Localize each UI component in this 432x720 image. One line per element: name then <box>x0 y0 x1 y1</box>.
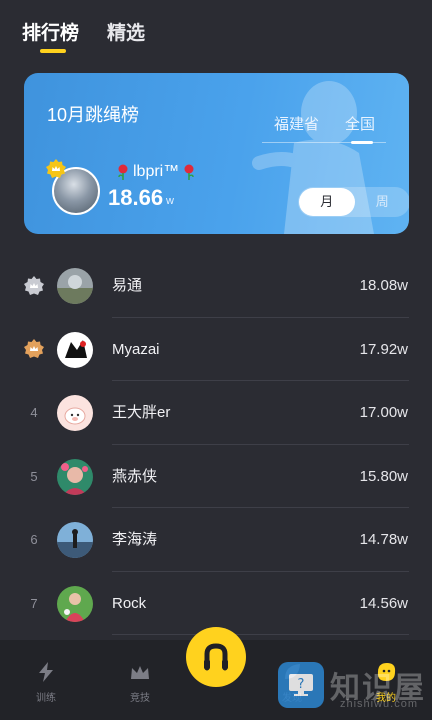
user-score: 18.08w <box>359 277 408 294</box>
period-toggle: 月 周 <box>298 187 409 217</box>
avatar[interactable] <box>57 522 93 558</box>
region-tab-national[interactable]: 全国 <box>345 113 375 144</box>
leaderboard-title: 10月跳绳榜 <box>47 105 140 125</box>
rose-icon <box>184 164 194 180</box>
list-item[interactable]: Myazai 17.92w <box>0 318 432 382</box>
start-jump-rope-button[interactable] <box>186 627 246 687</box>
monitor-question-icon: ? <box>278 662 324 708</box>
jump-rope-icon <box>204 643 228 671</box>
avatar[interactable] <box>57 458 93 495</box>
champion-avatar-wrap[interactable] <box>46 159 100 215</box>
user-score: 17.00w <box>359 404 408 421</box>
user-score: 15.80w <box>359 467 408 485</box>
tab-ranking[interactable]: 排行榜 <box>22 18 79 55</box>
user-name: 李海涛 <box>112 531 158 548</box>
nav-label: 竞技 <box>130 693 150 704</box>
rank-marker <box>24 254 44 318</box>
crown-icon <box>131 666 149 679</box>
period-month-button[interactable]: 月 <box>299 188 355 216</box>
svg-text:?: ? <box>298 677 305 692</box>
user-name: 易通 <box>112 277 143 294</box>
user-name: 王大胖er <box>112 404 171 421</box>
period-week-button[interactable]: 周 <box>355 187 410 217</box>
top-tab-bar: 排行榜 精选 <box>22 18 145 55</box>
user-score: 17.92w <box>359 340 408 358</box>
region-tab-province[interactable]: 福建省 <box>274 113 319 134</box>
gold-medal-icon <box>46 159 66 178</box>
tab-featured[interactable]: 精选 <box>107 18 145 55</box>
list-item[interactable]: 易通 18.08w <box>0 254 432 318</box>
champion-name: lbpri™ <box>116 163 196 181</box>
row-divider <box>112 634 409 635</box>
list-item[interactable]: 6 李海涛 14.78w <box>0 508 432 572</box>
region-divider <box>262 142 386 143</box>
user-score: 14.78w <box>359 531 408 548</box>
monthly-leaderboard-card: 10月跳绳榜 福建省 全国 lbpri™ 18.66 w 月 周 <box>24 73 409 234</box>
user-name: 燕赤侠 <box>112 467 158 485</box>
champion-score-unit: w <box>166 195 174 207</box>
list-item[interactable]: 5 燕赤侠 15.80w <box>0 445 432 508</box>
avatar[interactable] <box>57 331 93 368</box>
avatar[interactable] <box>57 268 93 304</box>
region-tabs: 福建省 全国 <box>274 113 375 144</box>
rank-number: 5 <box>30 468 38 484</box>
nav-item-competition[interactable]: 竞技 <box>110 664 170 706</box>
lightning-icon <box>39 662 53 682</box>
user-name: Rock <box>112 594 147 612</box>
bronze-medal-icon <box>24 339 44 359</box>
list-item[interactable]: 7 Rock 14.56w <box>0 572 432 635</box>
site-watermark: ? 知识屋 zhishiwu.com <box>278 662 426 710</box>
champion-name-text: lbpri™ <box>133 163 180 180</box>
nav-label: 训练 <box>36 693 56 704</box>
list-item[interactable]: 4 王大胖er 17.00w <box>0 381 432 445</box>
watermark-en-text: zhishiwu.com <box>339 698 418 710</box>
user-score: 14.56w <box>359 594 408 612</box>
champion-score: 18.66 <box>108 185 164 210</box>
avatar[interactable] <box>57 395 93 431</box>
rank-number: 7 <box>30 595 38 611</box>
ranking-list: 易通 18.08w Myazai 17.92w 4 王大胖er 17.00w 5 <box>0 254 432 635</box>
avatar[interactable] <box>57 585 93 622</box>
silver-medal-icon <box>24 275 44 295</box>
rank-number: 4 <box>30 405 38 421</box>
nav-item-training[interactable]: 训练 <box>16 662 76 706</box>
rank-number: 6 <box>30 532 38 548</box>
rose-icon <box>118 164 128 180</box>
rank-marker <box>24 318 44 382</box>
user-name: Myazai <box>112 340 160 358</box>
